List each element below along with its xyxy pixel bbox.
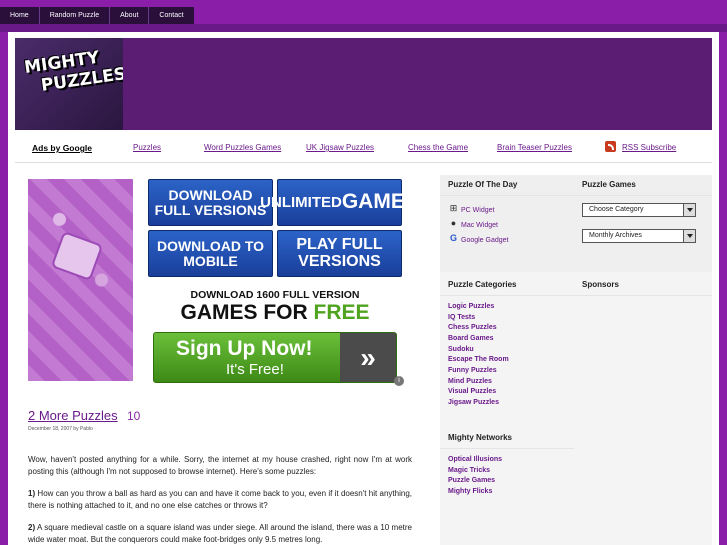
monthly-archives-value: Monthly Archives	[589, 232, 642, 239]
choose-category-value: Choose Category	[589, 206, 644, 213]
network-link[interactable]: Optical Illusions	[448, 456, 502, 463]
sign-up-label: Sign Up Now!	[176, 337, 313, 360]
post-title[interactable]: 2 More Puzzles	[28, 408, 118, 423]
post-meta: December 18, 2007 by Pablo	[28, 426, 93, 432]
ad-headline: DOWNLOAD 1600 FULL VERSION	[190, 289, 360, 301]
category-link[interactable]: Escape The Room	[448, 356, 509, 363]
network-link[interactable]: Puzzle Games	[448, 477, 495, 484]
google-icon: G	[449, 233, 457, 243]
mighty-networks-title: Mighty Networks	[440, 433, 574, 449]
nav-tab-about[interactable]: About	[110, 7, 150, 24]
site-logo[interactable]: MIGHTY PUZZLES	[15, 38, 123, 130]
sign-up-button[interactable]: Sign Up Now! It's Free! »	[153, 332, 397, 383]
choose-category-select[interactable]: Choose Category	[582, 203, 696, 217]
pc-widget-link[interactable]: PC Widget	[461, 207, 494, 214]
download-full-versions-button[interactable]: DOWNLOAD FULL VERSIONS	[148, 179, 273, 226]
post-intro: Wow, haven't posted anything for a while…	[28, 455, 412, 476]
category-link[interactable]: Jigsaw Puzzles	[448, 399, 499, 406]
nav-tab-random-puzzle[interactable]: Random Puzzle	[40, 7, 111, 24]
top-strip	[0, 24, 727, 32]
ads-by-google-label[interactable]: Ads by Google	[32, 143, 92, 153]
link-uk-jigsaw-puzzles[interactable]: UK Jigsaw Puzzles	[306, 143, 374, 152]
category-link[interactable]: Sudoku	[448, 346, 474, 353]
lower-sidebar-panel	[440, 272, 712, 545]
puzzle-games-title: Puzzle Games	[574, 180, 712, 196]
ad-link-bar: Ads by Google Puzzles Word Puzzles Games…	[15, 135, 712, 163]
puzzle-of-the-day-title: Puzzle Of The Day	[440, 180, 574, 196]
category-link[interactable]: Funny Puzzles	[448, 367, 497, 374]
ad-info-icon[interactable]: i	[394, 376, 404, 386]
category-link[interactable]: Chess Puzzles	[448, 324, 497, 331]
question-1-text: How can you throw a ball as hard as you …	[28, 489, 412, 510]
rss-icon[interactable]	[605, 141, 616, 152]
ad-subheadline: GAMES FOR FREE	[148, 301, 402, 325]
network-link[interactable]: Mighty Flicks	[448, 488, 492, 495]
ad-free-word: FREE	[313, 301, 370, 324]
sign-up-sublabel: It's Free!	[226, 361, 284, 378]
nav-tab-contact[interactable]: Contact	[149, 7, 193, 24]
category-link[interactable]: IQ Tests	[448, 314, 475, 321]
download-to-mobile-button[interactable]: DOWNLOAD TO MOBILE	[148, 230, 273, 277]
logo-text: MIGHTY PUZZLES	[23, 46, 123, 119]
question-2-text: A square medieval castle on a square isl…	[28, 523, 412, 544]
comment-count[interactable]: 10	[127, 409, 140, 423]
top-navigation: Home Random Puzzle About Contact	[0, 0, 727, 24]
post-question-2: 2) A square medieval castle on a square …	[28, 522, 412, 545]
nav-tab-home[interactable]: Home	[0, 7, 40, 24]
mac-widget-link[interactable]: Mac Widget	[461, 222, 498, 229]
puzzle-categories-title: Puzzle Categories	[440, 280, 574, 296]
games-label: GAMES	[341, 190, 419, 214]
category-link[interactable]: Board Games	[448, 335, 494, 342]
jigsaw-puzzle-image	[28, 179, 133, 381]
chevron-down-icon	[683, 230, 695, 242]
double-chevron-icon: »	[340, 333, 396, 382]
windows-icon: ⊞	[449, 203, 458, 213]
link-word-puzzles-games[interactable]: Word Puzzles Games	[204, 143, 281, 152]
page-container: MIGHTY PUZZLES Ads by Google Puzzles Wor…	[8, 32, 719, 545]
puzzle-piece-icon	[53, 233, 101, 279]
header-banner: MIGHTY PUZZLES	[15, 38, 712, 130]
play-full-versions-button[interactable]: PLAY FULL VERSIONS	[277, 230, 402, 277]
link-brain-teaser-puzzles[interactable]: Brain Teaser Puzzles	[497, 143, 572, 152]
chevron-down-icon	[683, 204, 695, 216]
network-link[interactable]: Magic Tricks	[448, 467, 490, 474]
google-gadget-link[interactable]: Google Gadget	[461, 237, 508, 244]
post-body: Wow, haven't posted anything for a while…	[28, 454, 412, 545]
apple-icon: ●	[450, 218, 457, 228]
category-link[interactable]: Visual Puzzles	[448, 388, 496, 395]
link-puzzles[interactable]: Puzzles	[133, 143, 161, 152]
sponsors-title: Sponsors	[574, 280, 712, 296]
rss-subscribe-link[interactable]: RSS Subscribe	[622, 143, 676, 152]
unlimited-games-button[interactable]: UNLIMITED GAMES	[260, 179, 419, 226]
ad-subheadline-prefix: GAMES FOR	[180, 301, 314, 324]
category-link[interactable]: Logic Puzzles	[448, 303, 494, 310]
link-chess-the-game[interactable]: Chess the Game	[408, 143, 468, 152]
post-question-1: 1) How can you throw a ball as hard as y…	[28, 488, 412, 511]
unlimited-label: UNLIMITED	[260, 193, 342, 211]
monthly-archives-select[interactable]: Monthly Archives	[582, 229, 696, 243]
category-link[interactable]: Mind Puzzles	[448, 378, 492, 385]
advertisement[interactable]: DOWNLOAD FULL VERSIONS UNLIMITED GAMES D…	[28, 179, 419, 391]
nav-tabs: Home Random Puzzle About Contact	[0, 7, 194, 24]
